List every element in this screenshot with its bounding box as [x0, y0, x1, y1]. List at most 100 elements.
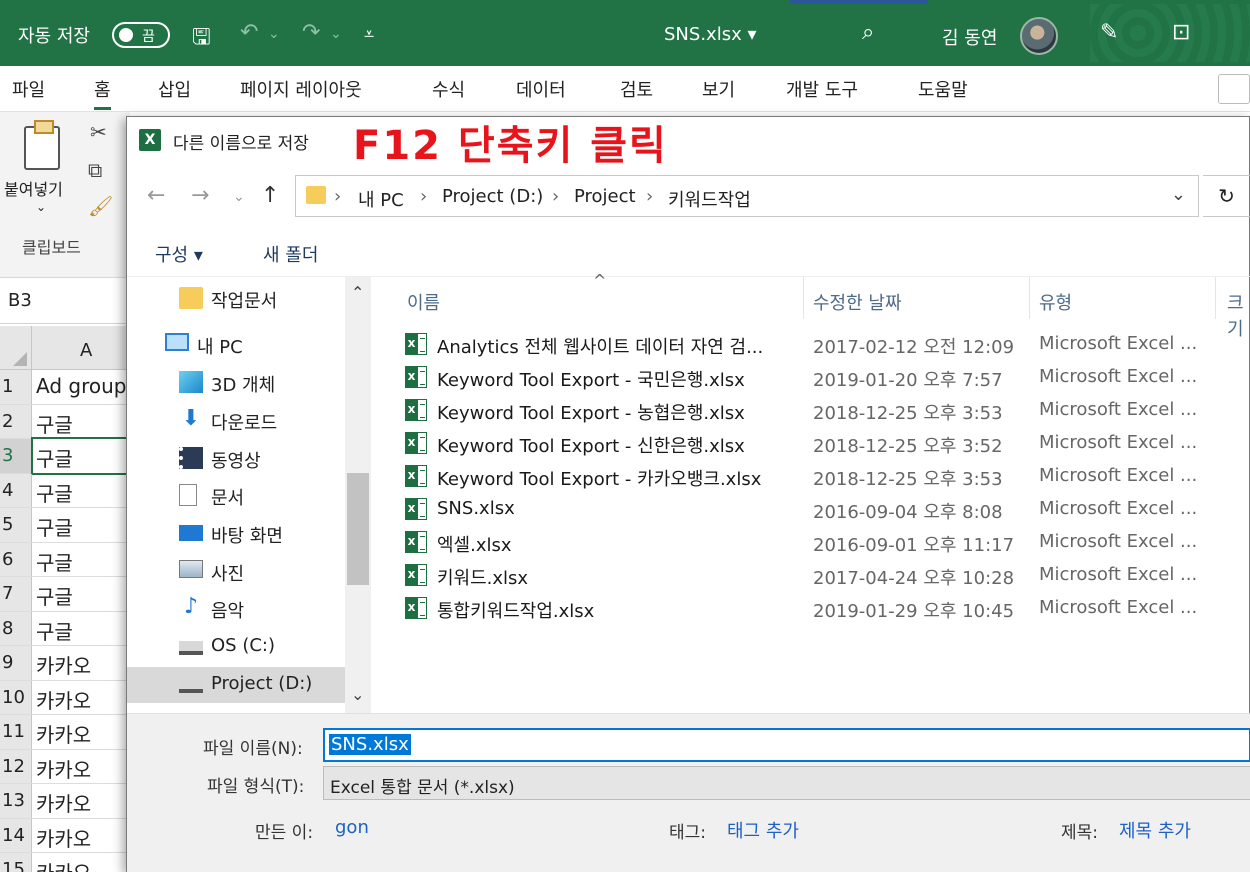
row-number[interactable]: 6 — [0, 542, 32, 576]
row-number[interactable]: 14 — [0, 818, 32, 852]
undo-dropdown-icon[interactable]: ⌄ — [268, 26, 280, 42]
new-folder-button[interactable]: 새 폴더 — [263, 241, 318, 267]
user-name[interactable]: 김 동연 — [942, 24, 997, 50]
row-number[interactable]: 5 — [0, 508, 32, 542]
cell-a[interactable]: 카카오 — [36, 719, 91, 748]
breadcrumb-project[interactable]: Project — [574, 186, 636, 207]
back-icon[interactable]: ← — [147, 183, 165, 208]
list-item[interactable]: Keyword Tool Export - 농협은행.xlsx 2018-12-2… — [371, 393, 1250, 426]
table-row[interactable]: 15 카카오 — [0, 853, 130, 872]
autosave-toggle[interactable]: 끔 — [112, 22, 170, 48]
breadcrumb-this-pc[interactable]: 내 PC — [358, 186, 404, 212]
table-row[interactable]: 13 카카오 — [0, 784, 130, 819]
row-number[interactable]: 13 — [0, 784, 32, 818]
nav-scrollbar[interactable]: ⌃ ⌄ — [345, 277, 371, 713]
table-row[interactable]: 4 구글 — [0, 473, 130, 508]
redo-dropdown-icon[interactable]: ⌄ — [330, 26, 342, 42]
scrollbar-thumb[interactable] — [347, 473, 369, 585]
window-title[interactable]: SNS.xlsx ▾ — [664, 24, 757, 45]
column-divider[interactable] — [1029, 277, 1030, 319]
tab-view[interactable]: 보기 — [702, 76, 735, 102]
cell-a[interactable]: 카카오 — [36, 754, 91, 783]
add-title-link[interactable]: 제목 추가 — [1119, 817, 1191, 843]
chevron-right-icon[interactable]: › — [552, 186, 559, 207]
nav-item[interactable]: 바탕 화면 — [127, 516, 345, 552]
row-number[interactable]: 10 — [0, 680, 32, 714]
cell-a[interactable]: 카카오 — [36, 788, 91, 817]
list-item[interactable]: Keyword Tool Export - 신한은행.xlsx 2018-12-2… — [371, 426, 1250, 459]
table-row[interactable]: 6 구글 — [0, 542, 130, 577]
organize-button[interactable]: 구성 ▾ — [155, 241, 203, 267]
tab-data[interactable]: 데이터 — [516, 76, 566, 102]
column-type[interactable]: 유형 — [1039, 289, 1072, 315]
table-row[interactable]: 10 카카오 — [0, 680, 130, 715]
chevron-down-icon[interactable]: ⌄ — [351, 685, 364, 704]
paste-dropdown-icon[interactable]: ⌄ — [36, 200, 46, 214]
cell-a[interactable]: 구글 — [36, 581, 73, 610]
nav-item[interactable]: OS (C:) — [127, 629, 345, 665]
table-row[interactable]: 12 카카오 — [0, 749, 130, 784]
nav-item[interactable]: 문서 — [127, 478, 345, 514]
list-item[interactable]: Keyword Tool Export - 국민은행.xlsx 2019-01-2… — [371, 360, 1250, 393]
breadcrumb-current-folder[interactable]: 키워드작업 — [668, 186, 751, 212]
list-item[interactable]: 엑셀.xlsx 2016-09-01 오후 11:17 Microsoft Exce… — [371, 525, 1250, 558]
nav-item[interactable]: ♪ 음악 — [127, 591, 345, 627]
forward-icon[interactable]: → — [191, 183, 209, 208]
table-row[interactable]: 1 Ad group — [0, 370, 130, 405]
column-divider[interactable] — [803, 277, 804, 319]
row-number[interactable]: 7 — [0, 577, 32, 611]
filetype-select[interactable]: Excel 통합 문서 (*.xlsx) — [323, 766, 1250, 800]
redo-icon[interactable]: ↷ — [302, 20, 320, 45]
row-number[interactable]: 8 — [0, 611, 32, 645]
row-number[interactable]: 11 — [0, 715, 32, 749]
table-row[interactable]: 9 카카오 — [0, 646, 130, 681]
column-divider[interactable] — [1215, 277, 1216, 319]
table-row[interactable]: 5 구글 — [0, 508, 130, 543]
cell-a[interactable]: 카카오 — [36, 685, 91, 714]
table-row[interactable]: 8 구글 — [0, 611, 130, 646]
nav-item[interactable]: ⬇ 다운로드 — [127, 403, 345, 439]
tab-file[interactable]: 파일 — [12, 76, 45, 102]
table-row[interactable]: 11 카카오 — [0, 715, 130, 750]
row-number[interactable]: 15 — [0, 853, 32, 872]
search-icon[interactable]: ⌕ — [862, 20, 874, 45]
nav-item[interactable]: 동영상 — [127, 441, 345, 477]
add-tag-link[interactable]: 태그 추가 — [727, 817, 799, 843]
name-box[interactable]: B3 — [0, 278, 130, 324]
cell-a[interactable]: 구글 — [36, 547, 73, 576]
cell-a[interactable]: 구글 — [36, 512, 73, 541]
chevron-right-icon[interactable]: › — [646, 186, 653, 207]
avatar[interactable] — [1020, 17, 1058, 55]
chevron-right-icon[interactable]: › — [420, 186, 427, 207]
pen-icon[interactable]: ✎ — [1100, 20, 1118, 45]
row-number[interactable]: 9 — [0, 646, 32, 680]
row-number[interactable]: 3 — [0, 439, 32, 473]
table-row[interactable]: 14 카카오 — [0, 818, 130, 853]
row-number[interactable]: 1 — [0, 370, 32, 404]
list-item[interactable]: 키워드.xlsx 2017-04-24 오후 10:28 Microsoft Exc… — [371, 558, 1250, 591]
customize-toolbar-icon[interactable]: ⩡ — [364, 24, 374, 45]
recent-locations-icon[interactable]: ⌄ — [233, 189, 245, 205]
author-value[interactable]: gon — [335, 817, 369, 838]
chevron-down-icon[interactable]: ⌄ — [1171, 184, 1186, 205]
tab-home[interactable]: 홈 — [94, 76, 111, 110]
comments-button[interactable] — [1218, 74, 1250, 104]
table-row[interactable]: 2 구글 — [0, 404, 130, 439]
nav-item[interactable]: 사진 — [127, 554, 345, 590]
nav-item[interactable]: 3D 개체 — [127, 365, 345, 401]
tab-review[interactable]: 검토 — [620, 76, 653, 102]
column-name[interactable]: 이름 — [407, 289, 440, 315]
nav-item[interactable]: 작업문서 — [127, 281, 345, 317]
cell-a[interactable]: 구글 — [36, 478, 73, 507]
cell-a[interactable]: 카카오 — [36, 857, 91, 872]
tab-page-layout[interactable]: 페이지 레이아웃 — [240, 76, 362, 102]
select-all-corner[interactable] — [0, 326, 32, 370]
cell-a[interactable]: 카카오 — [36, 650, 91, 679]
copy-icon[interactable]: ⧉ — [88, 158, 102, 182]
tab-help[interactable]: 도움말 — [918, 76, 968, 102]
address-bar[interactable]: › 내 PC › Project (D:) › Project › 키워드작업 … — [295, 175, 1199, 217]
format-painter-icon[interactable]: 🖌 — [88, 194, 113, 218]
paste-icon[interactable] — [24, 120, 60, 170]
breadcrumb-drive[interactable]: Project (D:) — [442, 186, 543, 207]
tab-insert[interactable]: 삽입 — [158, 76, 191, 102]
